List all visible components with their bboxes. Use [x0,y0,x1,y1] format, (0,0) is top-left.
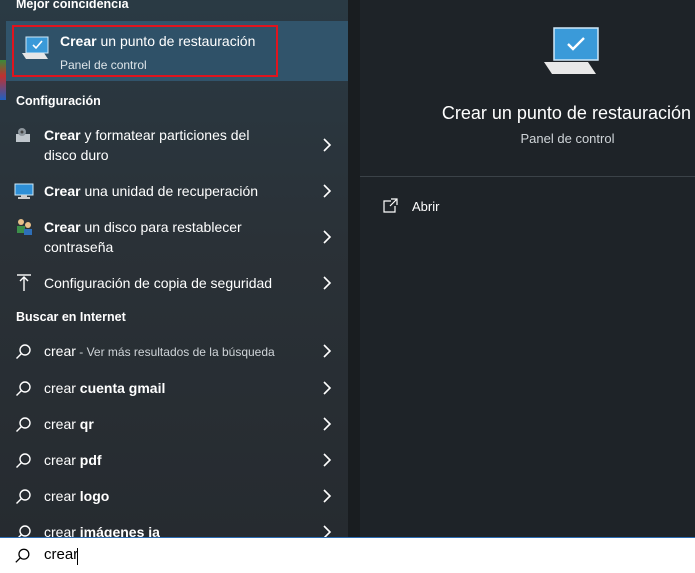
web-result-label: crear - Ver más resultados de la búsqued… [44,343,275,359]
web-result-2[interactable]: crear qr [0,413,348,437]
best-match-item[interactable]: Crear un punto de restauración Panel de … [12,25,278,77]
search-input[interactable] [42,545,646,564]
settings-item-label: Configuración de copia de seguridad [44,275,273,291]
preview-subtitle: Panel de control [520,131,615,146]
search-icon [18,525,31,537]
search-icon [16,489,31,504]
best-match-heading: Mejor coincidencia [16,0,129,11]
chevron-right-icon [323,184,332,198]
web-search-heading: Buscar en Internet [16,310,126,324]
system-restore-icon [22,36,49,59]
text-caret [77,548,78,565]
search-icon [16,344,31,359]
settings-item-label: Crear y formatear particiones del disco … [44,127,250,163]
settings-item-recovery-drive[interactable]: Crear una unidad de recuperación [0,180,348,204]
best-match-subtitle: Panel de control [60,58,147,72]
panel-divider [348,0,360,537]
chevron-right-icon [323,381,332,395]
users-icon [17,219,32,235]
search-icon [16,381,31,396]
upload-arrow-icon [17,274,31,291]
web-result-label: crear imágenes ia [44,524,160,537]
chevron-right-icon [323,138,332,152]
monitor-icon [14,183,34,199]
preview-title: Crear un punto de restauración [441,103,691,123]
chevron-right-icon [323,525,332,537]
chevron-right-icon [323,417,332,431]
web-result-5[interactable]: crear imágenes ia [0,521,348,537]
disk-management-icon [16,128,30,142]
best-match-title: Crear un punto de restauración [60,33,256,49]
settings-item-label: Crear un disco para restablecer contrase… [44,219,242,255]
web-result-label: crear pdf [44,452,102,468]
preview-panel: Crear un punto de restauración Panel de … [360,0,695,537]
web-result-label: crear logo [44,488,110,504]
search-icon [16,453,31,468]
web-result-3[interactable]: crear pdf [0,449,348,473]
web-result-1[interactable]: crear cuenta gmail [0,377,348,401]
chevron-right-icon [323,453,332,467]
settings-item-disk-partitions[interactable]: Crear y formatear particiones del disco … [0,124,348,168]
system-restore-icon [544,27,599,74]
open-label: Abrir [412,199,440,214]
web-result-4[interactable]: crear logo [0,485,348,509]
preview-divider [360,176,695,177]
open-external-icon [383,198,398,213]
chevron-right-icon [323,276,332,290]
search-bar [0,537,695,573]
settings-item-password-reset-disk[interactable]: Crear un disco para restablecer contrase… [0,216,348,260]
search-icon [16,417,31,432]
search-icon [15,548,30,563]
settings-item-backup[interactable]: Configuración de copia de seguridad [0,272,348,296]
chevron-right-icon [323,489,332,503]
settings-heading: Configuración [16,94,101,108]
chevron-right-icon [323,344,332,358]
web-result-0[interactable]: crear - Ver más resultados de la búsqued… [0,340,348,364]
results-panel: Mejor coincidencia Crear un punto de res… [0,0,348,537]
open-button[interactable]: Abrir [382,197,502,219]
chevron-right-icon [323,230,332,244]
settings-item-label: Crear una unidad de recuperación [44,183,259,199]
web-result-label: crear qr [44,416,94,432]
web-result-label: crear cuenta gmail [44,380,166,396]
